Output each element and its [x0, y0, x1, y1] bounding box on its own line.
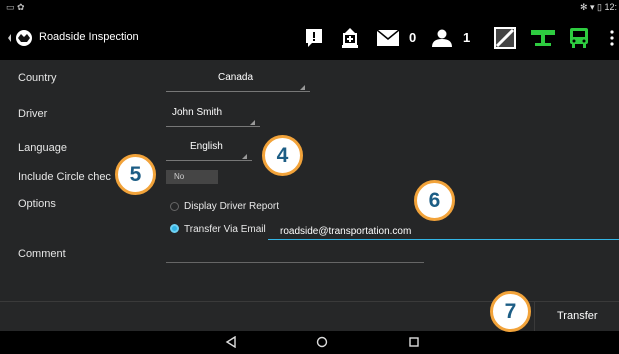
mail-icon[interactable]: [377, 26, 399, 50]
options-label: Options: [18, 198, 56, 210]
app-bar: Roadside Inspection 0 1: [0, 16, 619, 60]
callout-badge-7: 7: [490, 291, 531, 332]
driver-value: John Smith: [172, 107, 223, 118]
app-title: Roadside Inspection: [39, 31, 139, 43]
include-circle-toggle[interactable]: No: [166, 170, 218, 184]
include-circle-value: No: [174, 172, 185, 181]
display-report-radio[interactable]: [170, 202, 179, 211]
language-select[interactable]: English: [166, 141, 252, 161]
transfer-button[interactable]: Transfer: [534, 302, 619, 332]
language-label: Language: [18, 142, 67, 154]
comment-field[interactable]: [166, 262, 424, 263]
country-value: Canada: [218, 72, 254, 83]
nav-bar: [0, 331, 619, 354]
driver-select[interactable]: John Smith: [166, 107, 260, 127]
country-label: Country: [18, 72, 57, 84]
users-count: 1: [463, 30, 471, 45]
status-right-icons: ✻ ▾ ▯ 12:: [579, 2, 617, 12]
transfer-email-radio[interactable]: [170, 224, 179, 233]
chevron-down-icon: [300, 85, 305, 90]
home-icon[interactable]: [314, 335, 330, 349]
user-icon[interactable]: [431, 26, 453, 50]
chevron-down-icon: [242, 154, 247, 159]
recents-icon[interactable]: [406, 335, 422, 349]
messages-count: 0: [409, 30, 417, 45]
alert-icon[interactable]: [305, 26, 323, 50]
signal-icon[interactable]: [494, 26, 516, 50]
language-value: English: [190, 141, 223, 152]
status-bar: ▭ ✿ ✻ ▾ ▯ 12:: [0, 0, 619, 16]
comment-label: Comment: [18, 248, 66, 260]
app-logo-icon[interactable]: [6, 29, 36, 47]
email-value: roadside@transportation.com: [280, 226, 412, 237]
callout-badge-4: 4: [262, 135, 303, 176]
transfer-email-label[interactable]: Transfer Via Email: [184, 224, 266, 235]
email-field[interactable]: roadside@transportation.com: [268, 226, 619, 240]
country-select[interactable]: Canada: [166, 72, 310, 92]
bus-icon[interactable]: [569, 26, 589, 50]
driver-label: Driver: [18, 108, 48, 120]
back-icon[interactable]: [223, 335, 239, 349]
overflow-menu-icon[interactable]: [610, 26, 614, 50]
callout-badge-5: 5: [115, 154, 156, 195]
chevron-down-icon: [250, 120, 255, 125]
eld-icon[interactable]: [531, 26, 555, 50]
callout-badge-6: 6: [414, 180, 455, 221]
status-left-icons: ▭ ✿: [6, 2, 25, 12]
display-report-label[interactable]: Display Driver Report: [184, 201, 279, 212]
transfer-label: Transfer: [557, 310, 598, 322]
include-circle-label: Include Circle chec: [18, 171, 111, 183]
inspection-icon[interactable]: [341, 26, 359, 50]
